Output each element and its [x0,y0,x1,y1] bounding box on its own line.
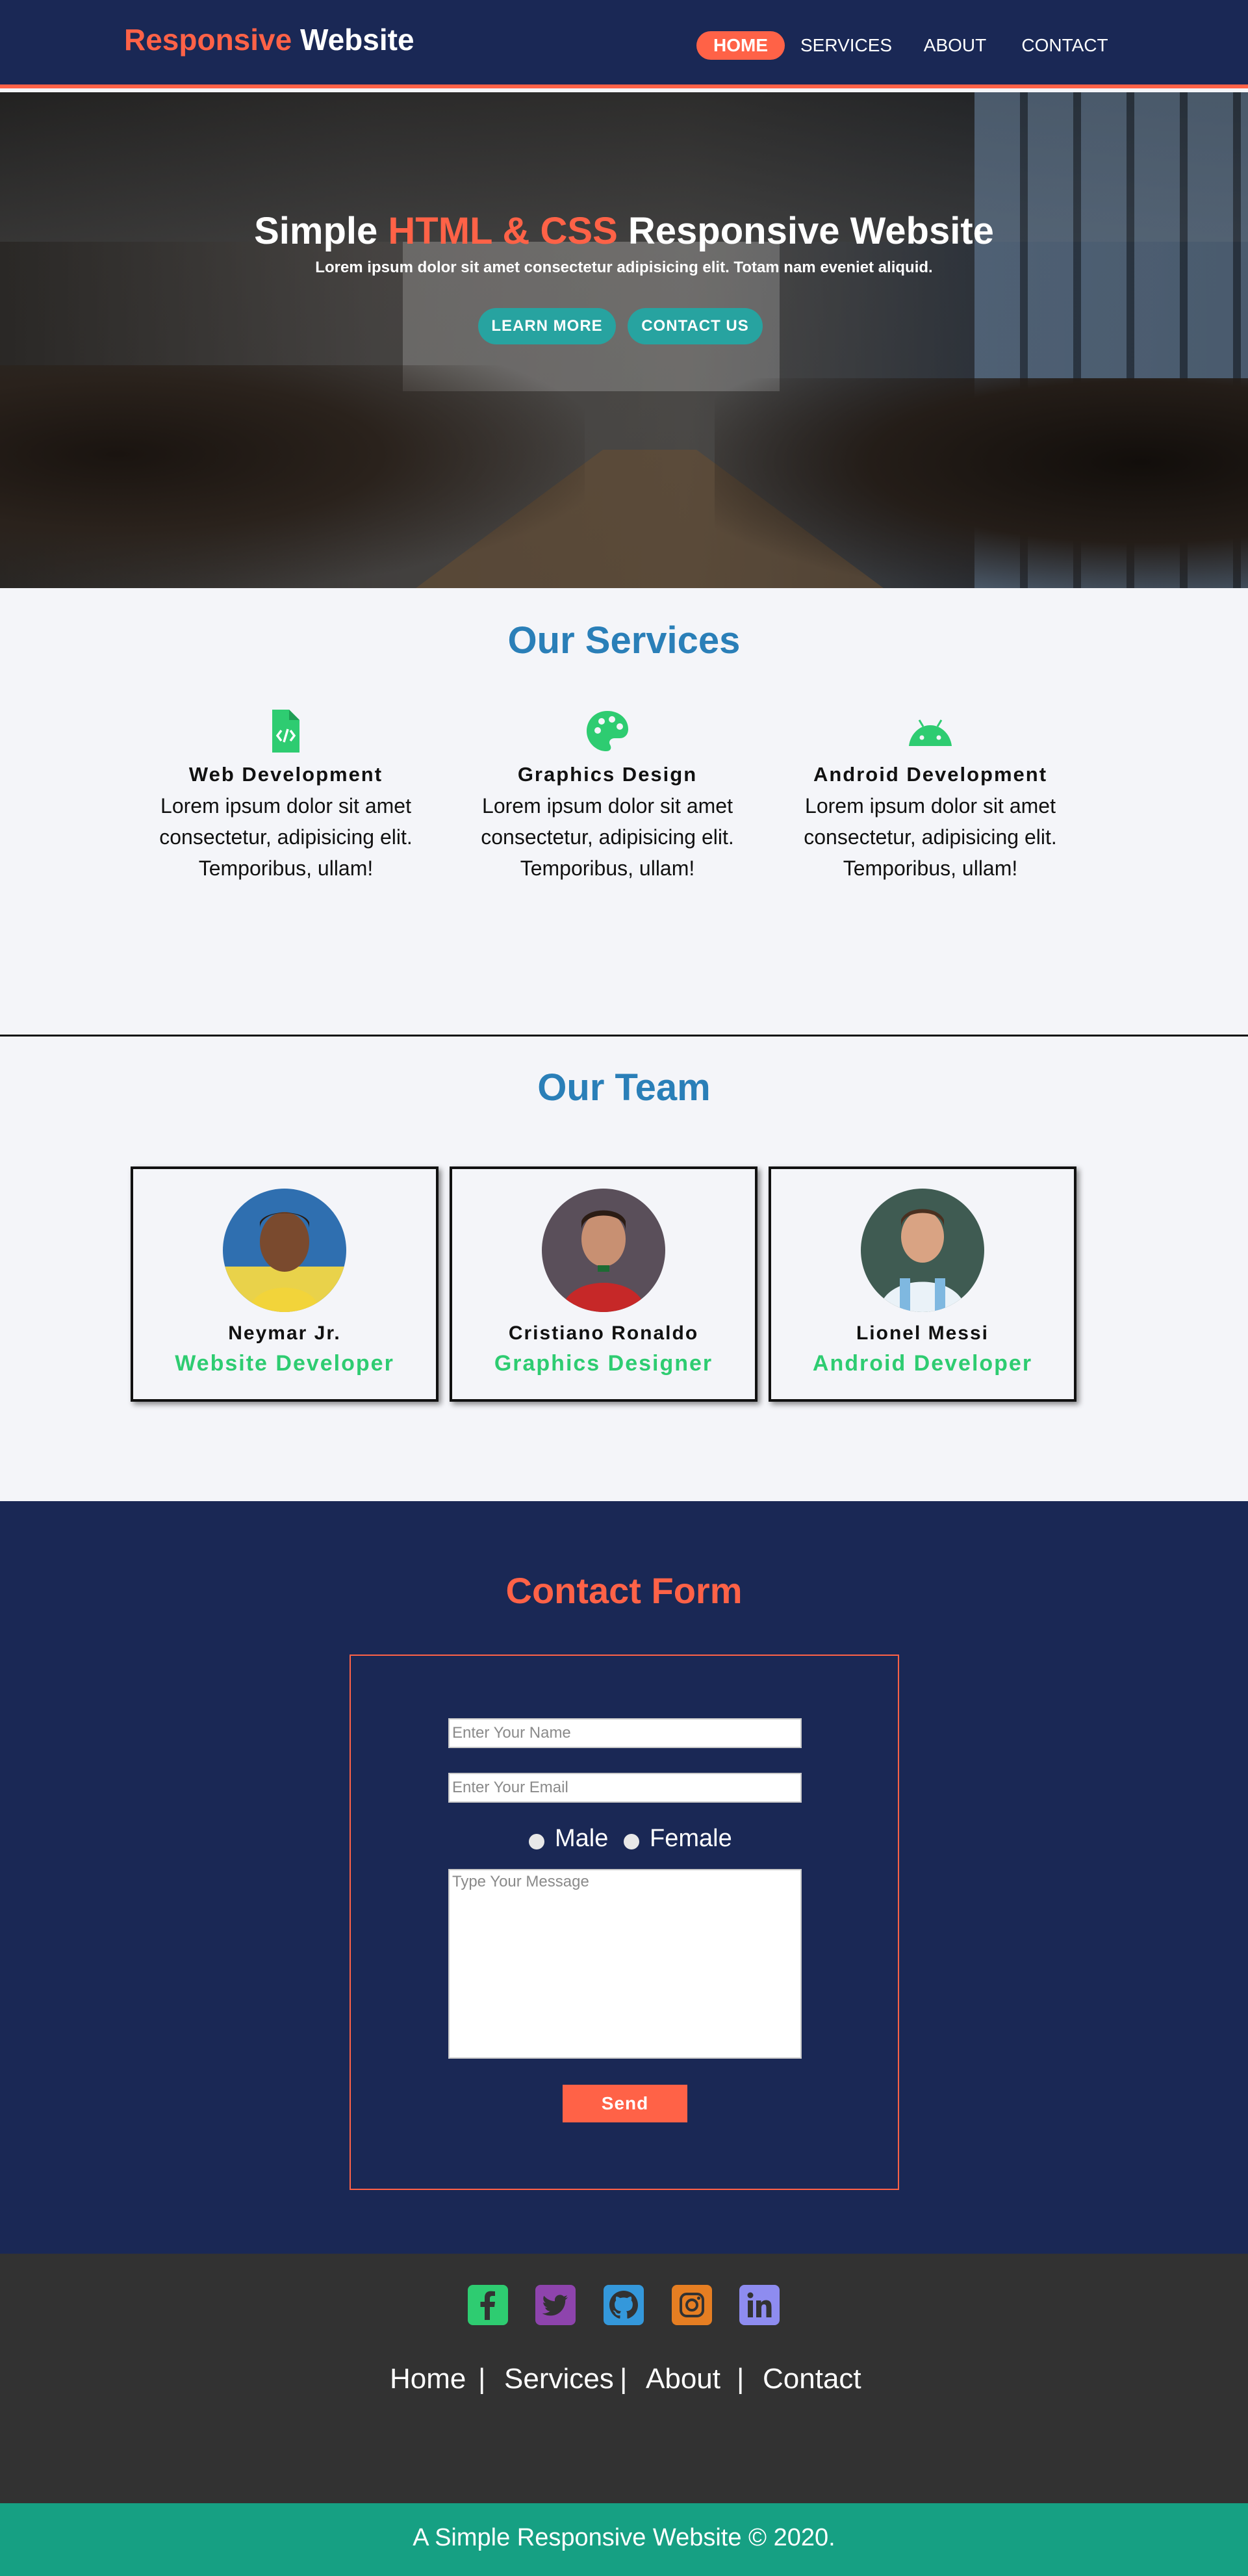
section-divider [0,1035,1248,1037]
service-name: Graphics Design [517,763,698,786]
nav-about[interactable]: ABOUT [916,31,994,60]
instagram-icon[interactable] [672,2285,712,2325]
services-title: Our Services [507,619,741,662]
hero-title-post: Responsive Website [628,210,994,252]
email-field[interactable] [448,1773,802,1803]
team-card-neymar: Neymar Jr. Website Developer [131,1166,439,1402]
contact-section: Contact Form Male Female Send [0,1501,1248,2254]
hero-title: Simple HTML & CSS Responsive Website [0,209,1248,253]
contact-form: Male Female Send [350,1655,899,2190]
hero-bg-people-right [715,378,1248,588]
avatar-ronaldo [542,1189,665,1312]
hero-bg-people-left [0,365,585,588]
hero-banner: Simple HTML & CSS Responsive Website Lor… [0,92,1248,588]
message-field[interactable] [448,1869,802,2059]
footer-nav: Home | Services | About | Contact [0,2363,1248,2402]
service-name: Android Development [813,763,1048,786]
twitter-icon[interactable] [535,2285,576,2325]
member-role: Android Developer [812,1351,1033,1376]
footer-link-services[interactable]: Services [504,2363,614,2395]
avatar-messi [861,1189,984,1312]
file-code-icon [272,710,299,753]
footer-link-home[interactable]: Home [390,2363,466,2395]
facebook-icon[interactable] [468,2285,508,2325]
member-name: Lionel Messi [856,1322,989,1344]
hero-title-accent: HTML & CSS [388,210,618,252]
gender-radio-group: Male Female [351,1825,900,1857]
footer-link-about[interactable]: About [646,2363,720,2395]
team-card-messi: Lionel Messi Android Developer [769,1166,1076,1402]
hero-title-pre: Simple [254,210,378,252]
service-description: Lorem ipsum dolor sit amet consectetur, … [481,794,734,880]
female-radio[interactable] [624,1834,639,1849]
service-name: Web Development [188,763,383,786]
nav-home[interactable]: HOME [696,31,785,60]
footer-separator: | [737,2363,745,2395]
male-label: Male [555,1825,609,1852]
avatar-neymar [223,1189,346,1312]
member-role: Website Developer [175,1351,394,1376]
footer-separator: | [478,2363,486,2395]
learn-more-button[interactable]: LEARN MORE [478,308,616,344]
main-nav: HOME SERVICES ABOUT CONTACT [0,31,1248,61]
contact-us-button[interactable]: CONTACT US [628,308,763,344]
team-title: Our Team [537,1066,711,1109]
send-button[interactable]: Send [563,2085,687,2122]
member-name: Neymar Jr. [228,1322,341,1344]
site-header: Responsive Website HOME SERVICES ABOUT C… [0,0,1248,88]
footer-separator: | [620,2363,628,2395]
member-name: Cristiano Ronaldo [508,1322,699,1344]
nav-contact[interactable]: CONTACT [1013,31,1116,60]
nav-services[interactable]: SERVICES [800,31,892,60]
footer-link-contact[interactable]: Contact [763,2363,861,2395]
github-icon[interactable] [604,2285,644,2325]
hero-subtitle: Lorem ipsum dolor sit amet consectetur a… [315,259,933,276]
male-radio[interactable] [529,1834,544,1849]
copyright-text: A Simple Responsive Website © 2020. [413,2524,835,2551]
linkedin-icon[interactable] [739,2285,780,2325]
name-field[interactable] [448,1718,802,1748]
team-card-ronaldo: Cristiano Ronaldo Graphics Designer [450,1166,758,1402]
palette-icon [587,711,628,751]
contact-title: Contact Form [505,1570,743,1611]
member-role: Graphics Designer [494,1351,713,1376]
female-label: Female [650,1825,732,1852]
android-icon [909,719,952,746]
service-description: Lorem ipsum dolor sit amet consectetur, … [159,794,413,880]
site-footer: Home | Services | About | Contact [0,2254,1248,2503]
service-description: Lorem ipsum dolor sit amet consectetur, … [804,794,1057,880]
copyright-bar: A Simple Responsive Website © 2020. [0,2503,1248,2576]
